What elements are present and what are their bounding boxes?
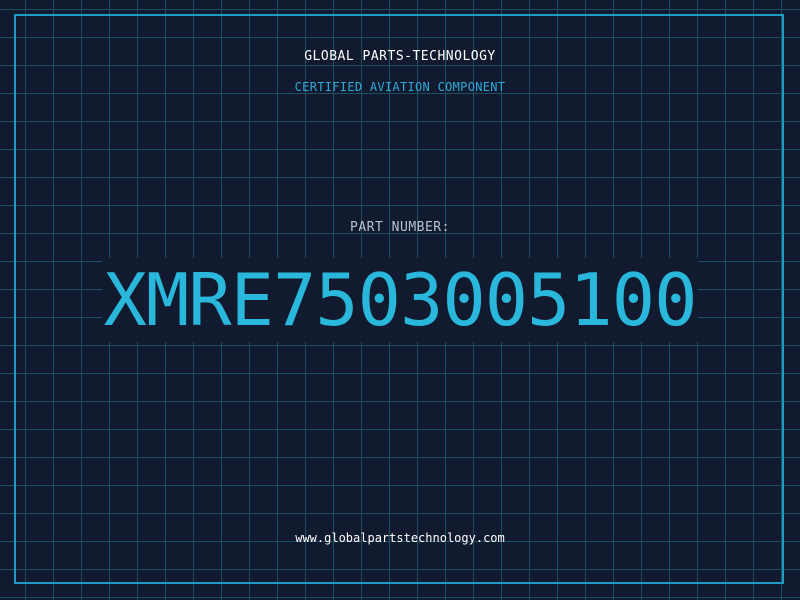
certification-tagline: CERTIFIED AVIATION COMPONENT	[294, 80, 506, 94]
website-url: www.globalpartstechnology.com	[295, 531, 505, 545]
part-number-text: XMRE7503005100	[101, 258, 699, 342]
part-number-label: PART NUMBER:	[350, 220, 450, 235]
company-name: GLOBAL PARTS-TECHNOLOGY	[304, 49, 496, 64]
part-label-canvas: GLOBAL PARTS-TECHNOLOGY CERTIFIED AVIATI…	[0, 0, 800, 600]
part-number-value: XMRE7503005100	[0, 258, 800, 342]
